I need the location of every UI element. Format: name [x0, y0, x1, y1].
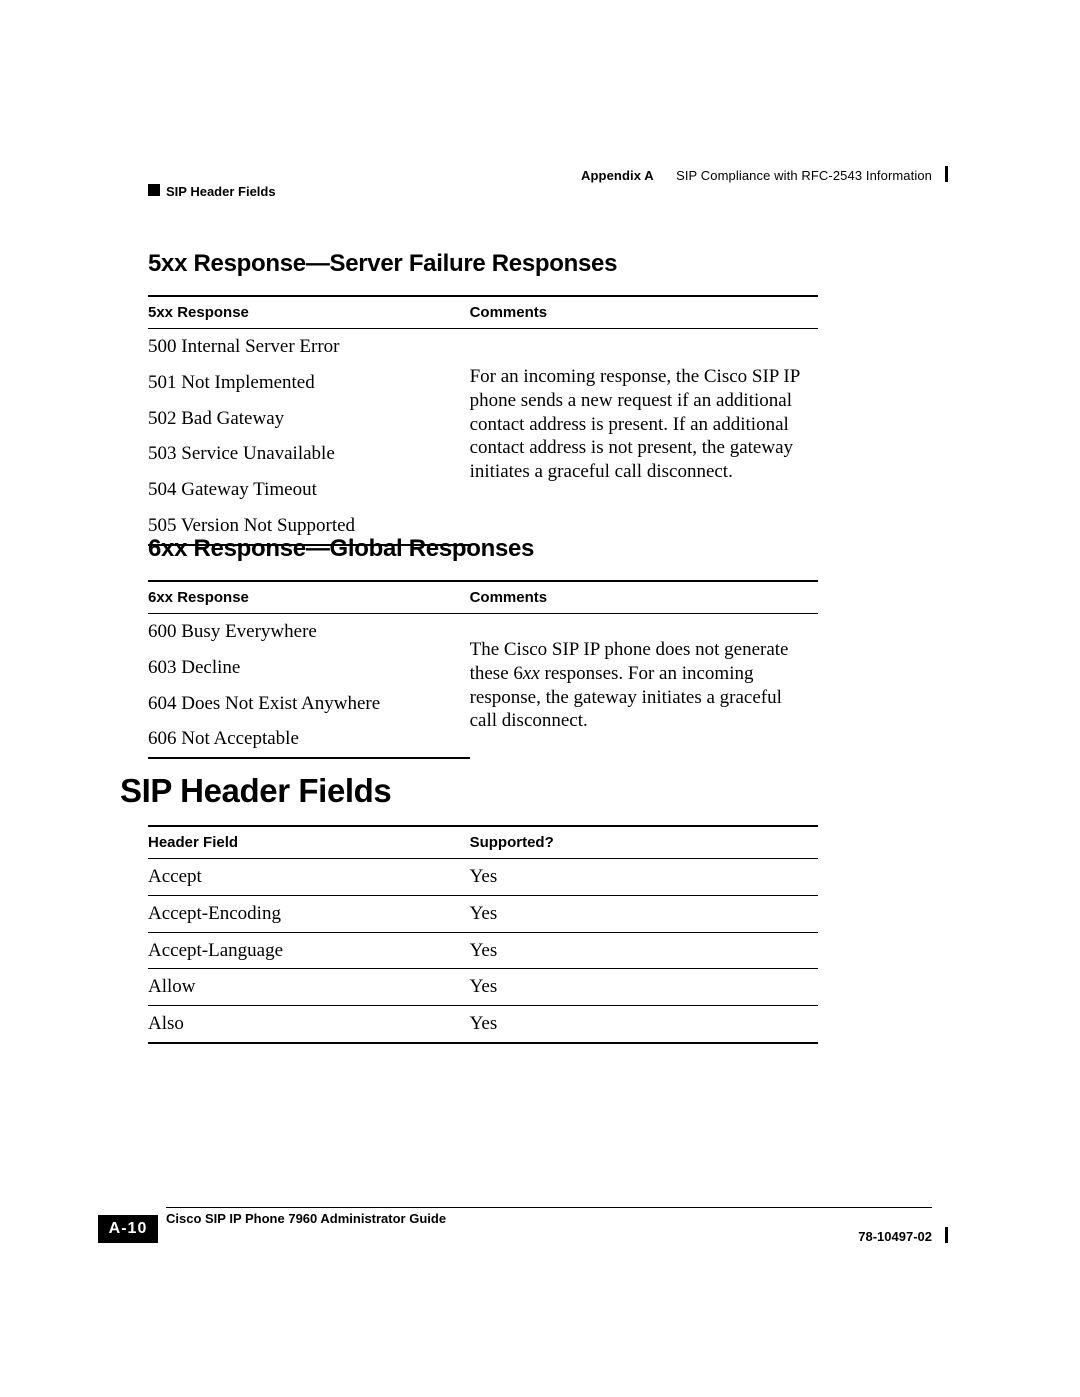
table-row: Accept-Language Yes: [148, 932, 818, 969]
table-6xx: 6xx Response Comments 600 Busy Everywher…: [148, 580, 818, 759]
heading-header-fields: SIP Header Fields: [120, 772, 820, 810]
cell-hf-1-sup: Yes: [470, 895, 818, 932]
cell-hf-0-field: Accept: [148, 859, 470, 896]
table-hf-wrap: Header Field Supported? Accept Yes Accep…: [148, 825, 818, 1044]
cell-6xx-2: 604 Does Not Exist Anywhere: [148, 686, 470, 722]
cell-5xx-1: 501 Not Implemented: [148, 365, 470, 401]
table-row: Accept-Encoding Yes: [148, 895, 818, 932]
head-square-icon: [148, 184, 160, 196]
section-header-fields: SIP Header Fields: [120, 772, 820, 810]
cell-6xx-1: 603 Decline: [148, 650, 470, 686]
head-bar-icon: [945, 166, 948, 182]
cell-hf-1-field: Accept-Encoding: [148, 895, 470, 932]
foot-docnum: 78-10497-02: [858, 1229, 932, 1244]
cell-hf-0-sup: Yes: [470, 859, 818, 896]
foot-guide: Cisco SIP IP Phone 7960 Administrator Gu…: [166, 1211, 446, 1226]
table-6xx-wrap: 6xx Response Comments 600 Busy Everywher…: [148, 580, 818, 759]
cell-5xx-0: 500 Internal Server Error: [148, 329, 470, 365]
cell-5xx-4: 504 Gateway Timeout: [148, 472, 470, 508]
cell-6xx-comment: The Cisco SIP IP phone does not generate…: [470, 614, 818, 759]
th-hf-field: Header Field: [148, 826, 470, 859]
table-row: Accept Yes: [148, 859, 818, 896]
cell-5xx-3: 503 Service Unavailable: [148, 436, 470, 472]
table-header-fields: Header Field Supported? Accept Yes Accep…: [148, 825, 818, 1044]
cell-6xx-3: 606 Not Acceptable: [148, 721, 470, 758]
cell-hf-2-sup: Yes: [470, 932, 818, 969]
table-row: 600 Busy Everywhere The Cisco SIP IP pho…: [148, 614, 818, 650]
table-5xx: 5xx Response Comments 500 Internal Serve…: [148, 295, 818, 546]
table-row: 500 Internal Server Error For an incomin…: [148, 329, 818, 365]
section-6xx: 6xx Response—Global Responses: [148, 535, 818, 563]
running-head-appendix: Appendix A: [581, 168, 654, 183]
cell-5xx-comment: For an incoming response, the Cisco SIP …: [470, 329, 818, 545]
cell-6xx-0: 600 Busy Everywhere: [148, 614, 470, 650]
table-row: Also Yes: [148, 1006, 818, 1043]
table-row: Allow Yes: [148, 969, 818, 1006]
heading-5xx: 5xx Response—Server Failure Responses: [148, 250, 818, 278]
running-head-line: Appendix A SIP Compliance with RFC-2543 …: [581, 168, 932, 183]
section-5xx: 5xx Response—Server Failure Responses: [148, 250, 818, 278]
th-6xx-comments: Comments: [470, 581, 818, 614]
th-6xx-response: 6xx Response: [148, 581, 470, 614]
heading-6xx: 6xx Response—Global Responses: [148, 535, 818, 563]
cell-5xx-2: 502 Bad Gateway: [148, 401, 470, 437]
cell-hf-3-sup: Yes: [470, 969, 818, 1006]
running-head-section: SIP Header Fields: [166, 184, 276, 199]
th-hf-supported: Supported?: [470, 826, 818, 859]
page: Appendix A SIP Compliance with RFC-2543 …: [0, 0, 1080, 1397]
page-number: A-10: [98, 1215, 158, 1243]
cell-hf-4-sup: Yes: [470, 1006, 818, 1043]
th-5xx-comments: Comments: [470, 296, 818, 329]
foot-rule: [166, 1207, 932, 1208]
table-5xx-wrap: 5xx Response Comments 500 Internal Serve…: [148, 295, 818, 546]
cell-hf-4-field: Also: [148, 1006, 470, 1043]
cell-hf-2-field: Accept-Language: [148, 932, 470, 969]
foot-bar-icon: [945, 1227, 948, 1243]
running-head-title: SIP Compliance with RFC-2543 Information: [676, 168, 932, 183]
th-5xx-response: 5xx Response: [148, 296, 470, 329]
cell-hf-3-field: Allow: [148, 969, 470, 1006]
